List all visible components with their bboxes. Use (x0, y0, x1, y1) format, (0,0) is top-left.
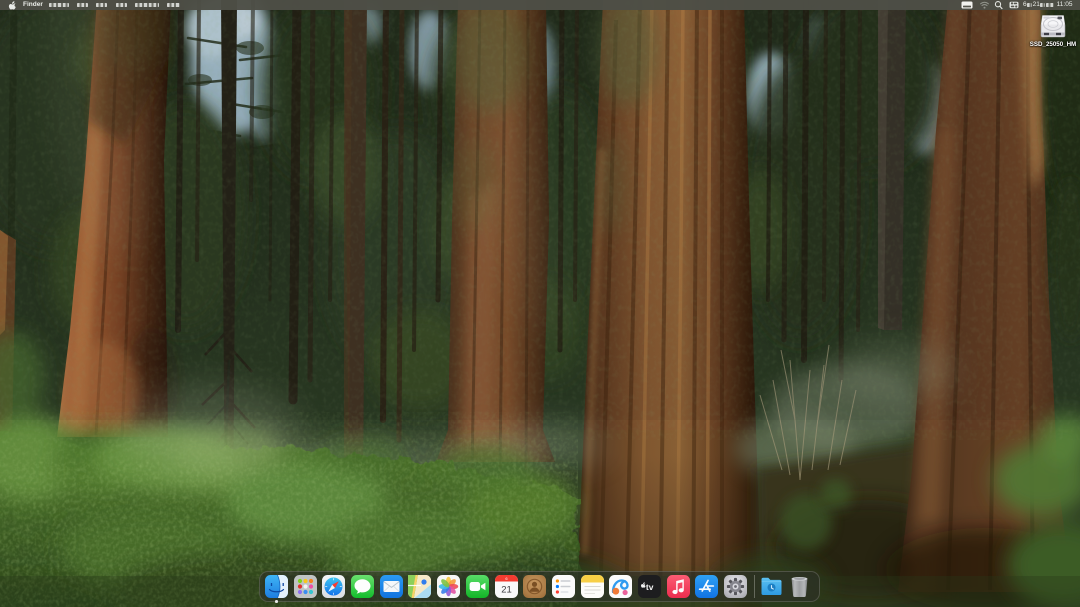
svg-text:21: 21 (501, 585, 512, 596)
svg-text:tv: tv (646, 582, 654, 592)
